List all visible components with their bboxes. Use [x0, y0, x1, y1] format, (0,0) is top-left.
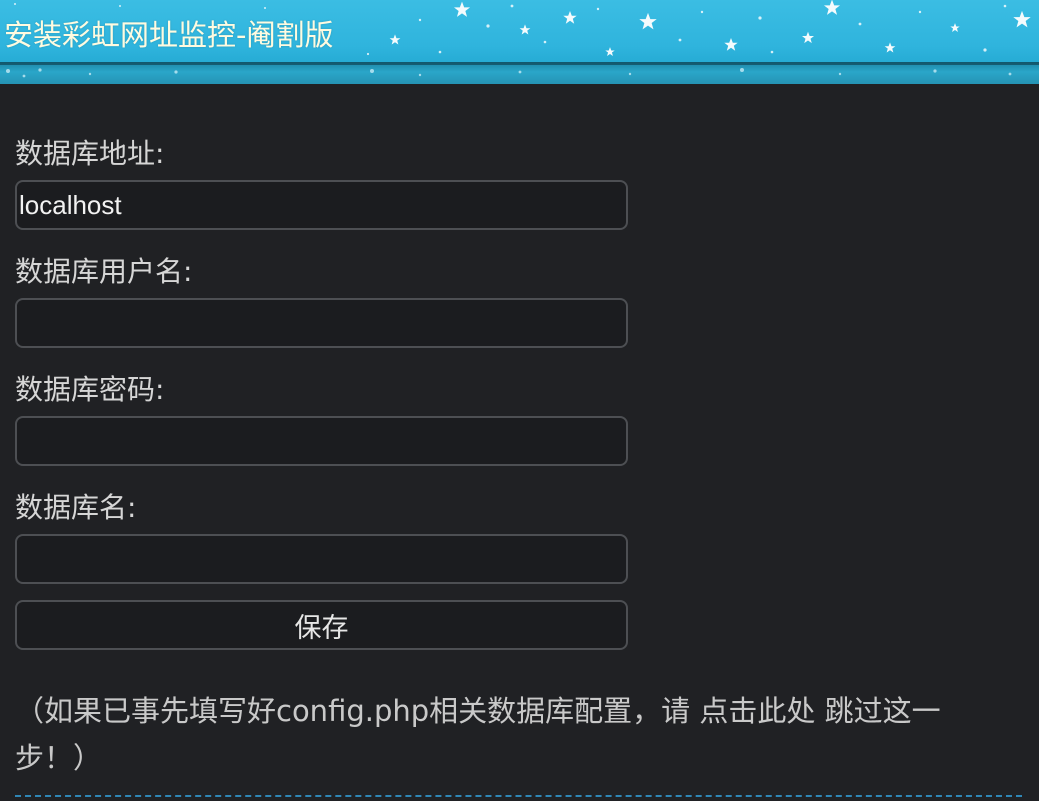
- header-banner: 安装彩虹网址监控-阉割版: [0, 0, 1039, 84]
- db-config-form: 数据库地址: 数据库用户名: 数据库密码: 数据库名: 保存: [15, 132, 628, 650]
- skip-config-note: （如果已事先填写好config.php相关数据库配置，请 点击此处 跳过这一步！…: [15, 688, 1005, 782]
- db-user-input[interactable]: [15, 298, 628, 348]
- page-title: 安装彩虹网址监控-阉割版: [4, 18, 334, 52]
- note-prefix: （如果已事先填写好config.php相关数据库配置，请: [15, 694, 700, 728]
- db-host-input[interactable]: [15, 180, 628, 230]
- header-band: [0, 62, 1039, 84]
- db-name-label: 数据库名:: [15, 491, 137, 524]
- db-password-input[interactable]: [15, 416, 628, 466]
- db-host-label: 数据库地址:: [15, 137, 165, 170]
- save-button[interactable]: 保存: [15, 600, 628, 650]
- db-name-input[interactable]: [15, 534, 628, 584]
- db-user-label: 数据库用户名:: [15, 255, 193, 288]
- divider: [15, 795, 1022, 797]
- band-stars-decoration: [6, 68, 1012, 78]
- db-password-label: 数据库密码:: [15, 373, 165, 406]
- skip-link[interactable]: 点击此处: [699, 694, 815, 728]
